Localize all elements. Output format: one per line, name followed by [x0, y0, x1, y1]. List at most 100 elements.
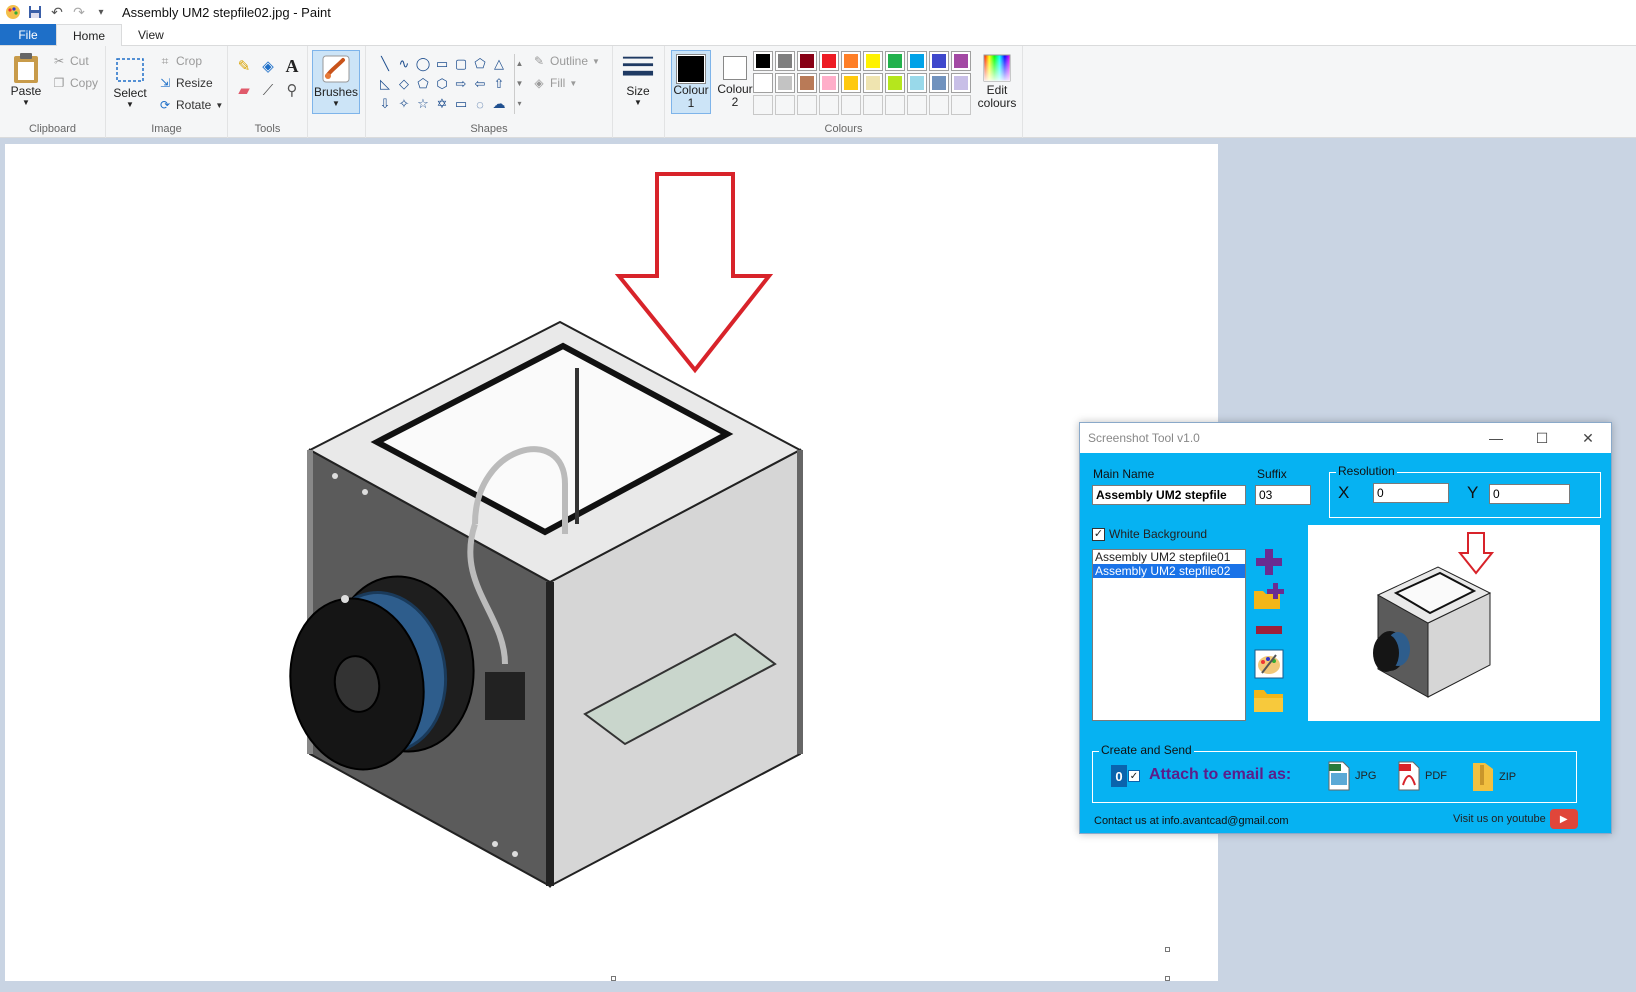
- colour-swatch[interactable]: [951, 51, 971, 71]
- list-item[interactable]: Assembly UM2 stepfile01: [1093, 550, 1245, 564]
- rotate-button[interactable]: ⟳ Rotate ▼: [158, 98, 223, 112]
- export-jpg-button[interactable]: JPG: [1327, 761, 1376, 791]
- list-item-selected[interactable]: Assembly UM2 stepfile02: [1093, 564, 1245, 578]
- colour-swatch[interactable]: [775, 51, 795, 71]
- six-point-star-shape-icon[interactable]: ✡: [433, 94, 451, 114]
- custom-colour-slot[interactable]: [907, 95, 927, 115]
- crop-button[interactable]: ⌗ Crop: [158, 54, 202, 69]
- fill-bucket-icon[interactable]: ◈: [258, 56, 278, 76]
- rect-callout-shape-icon[interactable]: ▭: [452, 94, 470, 114]
- polygon-shape-icon[interactable]: ⬠: [471, 54, 489, 74]
- resolution-y-input[interactable]: [1489, 484, 1570, 504]
- colour-swatch[interactable]: [797, 51, 817, 71]
- cut-button[interactable]: ✂ Cut: [52, 54, 89, 68]
- select-button[interactable]: Select ▼: [112, 54, 148, 109]
- magnifier-icon[interactable]: ⚲: [282, 80, 302, 100]
- cloud-callout-shape-icon[interactable]: ☁: [490, 94, 508, 114]
- main-name-input[interactable]: [1092, 485, 1246, 505]
- custom-colour-slot[interactable]: [863, 95, 883, 115]
- up-arrow-shape-icon[interactable]: ⇧: [490, 74, 508, 94]
- rectangle-shape-icon[interactable]: ▭: [433, 54, 451, 74]
- outline-button[interactable]: ✎ Outline ▼: [532, 54, 600, 68]
- hexagon-shape-icon[interactable]: ⬡: [433, 74, 451, 94]
- export-zip-button[interactable]: ZIP: [1471, 761, 1516, 793]
- resize-handle-bottom[interactable]: [611, 976, 616, 981]
- colour-swatch[interactable]: [907, 51, 927, 71]
- oval-shape-icon[interactable]: ◯: [414, 54, 432, 74]
- undo-icon[interactable]: ↶: [48, 3, 66, 21]
- colour-swatch[interactable]: [885, 73, 905, 93]
- diamond-shape-icon[interactable]: ◇: [395, 74, 413, 94]
- right-triangle-shape-icon[interactable]: ◺: [376, 74, 394, 94]
- open-folder-button[interactable]: [1253, 685, 1285, 715]
- down-arrow-shape-icon[interactable]: ⇩: [376, 94, 394, 114]
- right-arrow-shape-icon[interactable]: ⇨: [452, 74, 470, 94]
- export-pdf-button[interactable]: PDF: [1397, 761, 1447, 791]
- pentagon-shape-icon[interactable]: ⬠: [414, 74, 432, 94]
- file-list[interactable]: Assembly UM2 stepfile01 Assembly UM2 ste…: [1092, 549, 1246, 721]
- colour-swatch[interactable]: [819, 51, 839, 71]
- custom-colour-slot[interactable]: [841, 95, 861, 115]
- redo-icon[interactable]: ↷: [70, 3, 88, 21]
- outlook-checkbox[interactable]: 0 ✓: [1111, 765, 1140, 787]
- tab-file[interactable]: File: [0, 24, 56, 45]
- line-shape-icon[interactable]: ╲: [376, 54, 394, 74]
- fill-button[interactable]: ◈ Fill ▼: [532, 76, 577, 90]
- open-in-paint-button[interactable]: [1253, 649, 1285, 679]
- size-button[interactable]: Size ▼: [619, 52, 657, 107]
- triangle-shape-icon[interactable]: △: [490, 54, 508, 74]
- colour-swatch[interactable]: [819, 73, 839, 93]
- paint-app-icon[interactable]: [4, 3, 22, 21]
- custom-colour-slot[interactable]: [885, 95, 905, 115]
- add-button[interactable]: [1253, 547, 1285, 577]
- four-point-star-shape-icon[interactable]: ✧: [395, 94, 413, 114]
- colour-swatch[interactable]: [863, 51, 883, 71]
- colour-swatch[interactable]: [753, 51, 773, 71]
- colour-swatch[interactable]: [841, 51, 861, 71]
- shapes-scroll[interactable]: ▲ ▼ ▾: [514, 54, 524, 114]
- colour-swatch[interactable]: [929, 73, 949, 93]
- colour-swatch[interactable]: [951, 73, 971, 93]
- pencil-icon[interactable]: ✎: [234, 56, 254, 76]
- colour-swatch[interactable]: [841, 73, 861, 93]
- custom-colour-slot[interactable]: [951, 95, 971, 115]
- custom-colour-slot[interactable]: [929, 95, 949, 115]
- paste-button[interactable]: Paste ▼: [8, 52, 44, 107]
- resize-handle-right[interactable]: [1165, 947, 1170, 952]
- resize-handle-corner[interactable]: [1165, 976, 1170, 981]
- rounded-rectangle-shape-icon[interactable]: ▢: [452, 54, 470, 74]
- drawing-canvas[interactable]: [5, 144, 1218, 981]
- custom-colour-slot[interactable]: [775, 95, 795, 115]
- brushes-button[interactable]: Brushes ▼: [312, 50, 360, 114]
- eraser-icon[interactable]: ▰: [234, 80, 254, 100]
- colour-swatch[interactable]: [907, 73, 927, 93]
- maximize-icon[interactable]: ☐: [1519, 423, 1565, 453]
- colour-swatch[interactable]: [863, 73, 883, 93]
- five-point-star-shape-icon[interactable]: ☆: [414, 94, 432, 114]
- resolution-x-input[interactable]: [1373, 483, 1449, 503]
- suffix-input[interactable]: [1255, 485, 1311, 505]
- copy-button[interactable]: ❐ Copy: [52, 76, 98, 90]
- youtube-link[interactable]: Visit us on youtube ▶: [1453, 809, 1578, 829]
- left-arrow-shape-icon[interactable]: ⇦: [471, 74, 489, 94]
- custom-colour-slot[interactable]: [819, 95, 839, 115]
- color-picker-icon[interactable]: ⟋: [258, 80, 278, 100]
- white-background-checkbox[interactable]: ✓ White Background: [1092, 527, 1207, 541]
- colour-swatch[interactable]: [929, 51, 949, 71]
- custom-colour-slot[interactable]: [753, 95, 773, 115]
- customize-dropdown-icon[interactable]: ▾: [92, 3, 110, 21]
- minimize-icon[interactable]: —: [1473, 423, 1519, 453]
- text-icon[interactable]: A: [282, 56, 302, 76]
- colour-swatch[interactable]: [885, 51, 905, 71]
- save-icon[interactable]: [26, 3, 44, 21]
- colour1-button[interactable]: Colour 1: [671, 50, 711, 114]
- remove-button[interactable]: [1253, 615, 1285, 645]
- curve-shape-icon[interactable]: ∿: [395, 54, 413, 74]
- edit-colours-button[interactable]: Edit colours: [975, 52, 1019, 110]
- custom-colour-slot[interactable]: [797, 95, 817, 115]
- add-folder-button[interactable]: [1253, 581, 1285, 611]
- colour-swatch[interactable]: [797, 73, 817, 93]
- colour-swatch[interactable]: [775, 73, 795, 93]
- oval-callout-shape-icon[interactable]: ◌: [471, 94, 489, 114]
- colour-swatch[interactable]: [753, 73, 773, 93]
